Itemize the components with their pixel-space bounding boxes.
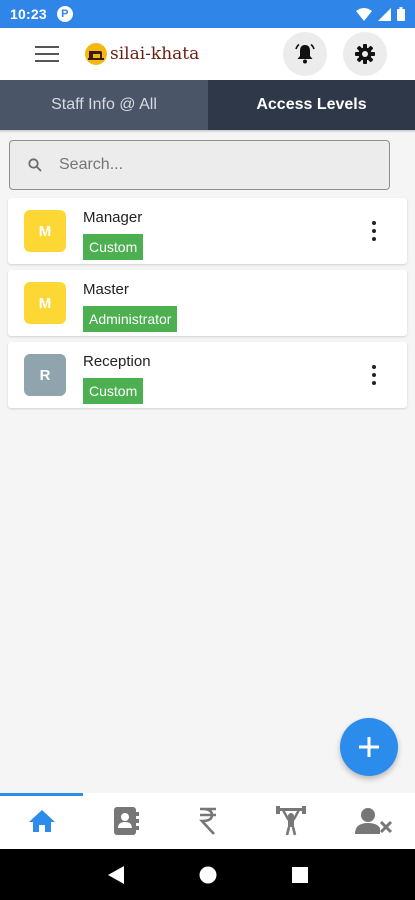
- weightlifter-icon: [275, 806, 306, 836]
- more-options-icon[interactable]: [371, 365, 377, 385]
- add-access-level-button[interactable]: [340, 718, 398, 776]
- status-icons: [356, 7, 405, 21]
- battery-icon: [397, 7, 405, 21]
- access-level-name: Master: [83, 281, 129, 298]
- access-type-badge: Custom: [83, 234, 144, 260]
- tab-shadow: [0, 130, 415, 133]
- avatar: R: [24, 354, 66, 396]
- nav-payments[interactable]: [166, 793, 249, 849]
- wifi-icon: [356, 7, 372, 21]
- signal-icon: [378, 7, 391, 21]
- nav-remove-staff[interactable]: [332, 793, 415, 849]
- app-bar: silai-khata: [0, 28, 415, 80]
- settings-button[interactable]: [343, 32, 387, 76]
- back-icon[interactable]: [107, 865, 124, 884]
- bottom-navigation: [0, 793, 415, 849]
- menu-button[interactable]: [24, 31, 70, 77]
- access-type-badge: Administrator: [83, 306, 178, 332]
- more-options-icon[interactable]: [371, 221, 377, 241]
- rupee-icon: [198, 807, 216, 835]
- contacts-book-icon: [113, 807, 139, 835]
- user-remove-icon: [354, 808, 392, 834]
- home-circle-icon[interactable]: [199, 866, 217, 884]
- nav-home[interactable]: [0, 793, 83, 849]
- tab-bar: Staff Info @ All Access Levels: [0, 80, 415, 130]
- hamburger-icon: [35, 46, 59, 62]
- gear-icon: [355, 44, 375, 64]
- bell-icon: [295, 43, 315, 64]
- app-logo: silai-khata: [84, 42, 199, 66]
- recents-icon[interactable]: [291, 866, 308, 883]
- access-level-name: Manager: [83, 209, 143, 226]
- home-icon: [28, 810, 55, 832]
- plus-icon: [359, 737, 379, 757]
- avatar: M: [24, 282, 66, 324]
- notification-icon: P: [56, 6, 73, 22]
- list-item[interactable]: M Master Administrator: [8, 270, 407, 336]
- search-icon: [26, 156, 44, 174]
- app-title: silai-khata: [110, 44, 200, 64]
- status-time: 10:23: [10, 6, 47, 22]
- nav-contacts[interactable]: [83, 793, 166, 849]
- search-box[interactable]: [9, 140, 390, 190]
- search-input[interactable]: [59, 156, 359, 174]
- access-type-badge: Custom: [83, 378, 144, 404]
- list-item[interactable]: M Manager Custom: [8, 198, 407, 264]
- tab-access-levels[interactable]: Access Levels: [208, 80, 415, 130]
- notifications-button[interactable]: [283, 32, 327, 76]
- nav-staff-fitness[interactable]: [249, 793, 332, 849]
- sewing-machine-icon: [85, 43, 107, 65]
- status-bar: 10:23 P: [0, 0, 415, 28]
- access-level-name: Reception: [83, 353, 151, 370]
- system-navigation-bar: [0, 849, 415, 900]
- avatar: M: [24, 210, 66, 252]
- tab-staff-info[interactable]: Staff Info @ All: [0, 80, 208, 130]
- list-item[interactable]: R Reception Custom: [8, 342, 407, 408]
